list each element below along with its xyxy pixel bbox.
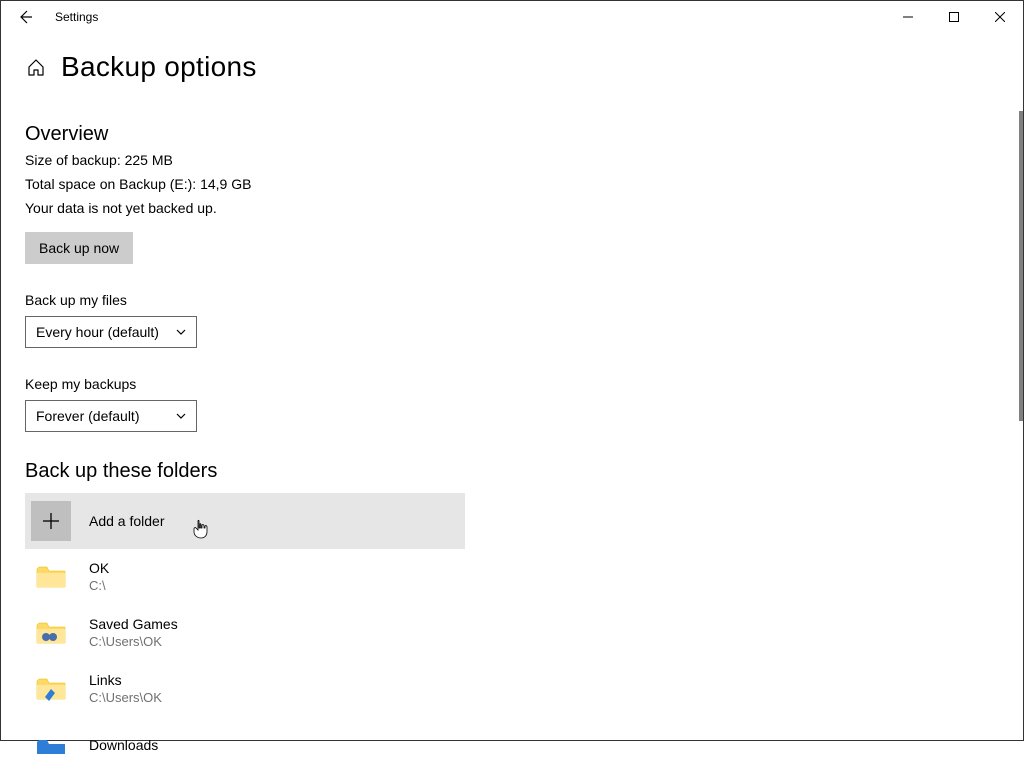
scrollbar[interactable] (1019, 111, 1023, 421)
chevron-down-icon (176, 411, 186, 421)
home-button[interactable] (25, 56, 47, 78)
folder-name: OK (89, 559, 109, 577)
backup-space-text: Total space on Backup (E:): 14,9 GB (25, 176, 1023, 192)
plus-icon (42, 512, 60, 530)
backup-status-text: Your data is not yet backed up. (25, 200, 1023, 216)
back-button[interactable] (15, 7, 35, 27)
window-controls (885, 1, 1023, 33)
app-title: Settings (55, 10, 98, 24)
maximize-icon (949, 12, 959, 22)
pointer-cursor-icon (193, 519, 209, 539)
content-area: Backup options Overview Size of backup: … (1, 33, 1023, 773)
retention-value: Forever (default) (36, 408, 139, 424)
folder-icon (35, 619, 67, 647)
folder-row-ok[interactable]: OK C:\ (25, 549, 465, 605)
maximize-button[interactable] (931, 1, 977, 33)
folder-icon (35, 675, 67, 703)
folders-section: Back up these folders Add a folder (25, 460, 1023, 773)
schedule-value: Every hour (default) (36, 324, 159, 340)
folder-name: Downloads (89, 736, 158, 754)
page-header: Backup options (25, 51, 1023, 83)
backup-now-button[interactable]: Back up now (25, 232, 133, 264)
folder-row-downloads[interactable]: Downloads (25, 717, 465, 773)
page-title: Backup options (61, 51, 257, 83)
chevron-down-icon (176, 327, 186, 337)
close-button[interactable] (977, 1, 1023, 33)
schedule-dropdown[interactable]: Every hour (default) (25, 316, 197, 348)
close-icon (995, 12, 1005, 22)
titlebar: Settings (1, 1, 1023, 33)
back-arrow-icon (17, 9, 33, 25)
minimize-icon (903, 12, 913, 22)
retention-label: Keep my backups (25, 376, 1023, 392)
folder-name: Saved Games (89, 615, 178, 633)
overview-heading: Overview (25, 123, 1023, 146)
retention-dropdown[interactable]: Forever (default) (25, 400, 197, 432)
folder-icon (35, 736, 67, 754)
minimize-button[interactable] (885, 1, 931, 33)
backup-size-text: Size of backup: 225 MB (25, 152, 1023, 168)
plus-icon-box (31, 501, 71, 541)
folder-row-links[interactable]: Links C:\Users\OK (25, 661, 465, 717)
add-folder-button[interactable]: Add a folder (25, 493, 465, 549)
folders-heading: Back up these folders (25, 460, 1023, 483)
schedule-label: Back up my files (25, 292, 1023, 308)
folder-path: C:\ (89, 578, 109, 595)
folder-icon (35, 563, 67, 591)
folder-name: Links (89, 671, 162, 689)
folder-row-saved-games[interactable]: Saved Games C:\Users\OK (25, 605, 465, 661)
folder-path: C:\Users\OK (89, 634, 178, 651)
add-folder-label: Add a folder (89, 513, 165, 529)
home-icon (26, 57, 46, 77)
folder-path: C:\Users\OK (89, 690, 162, 707)
